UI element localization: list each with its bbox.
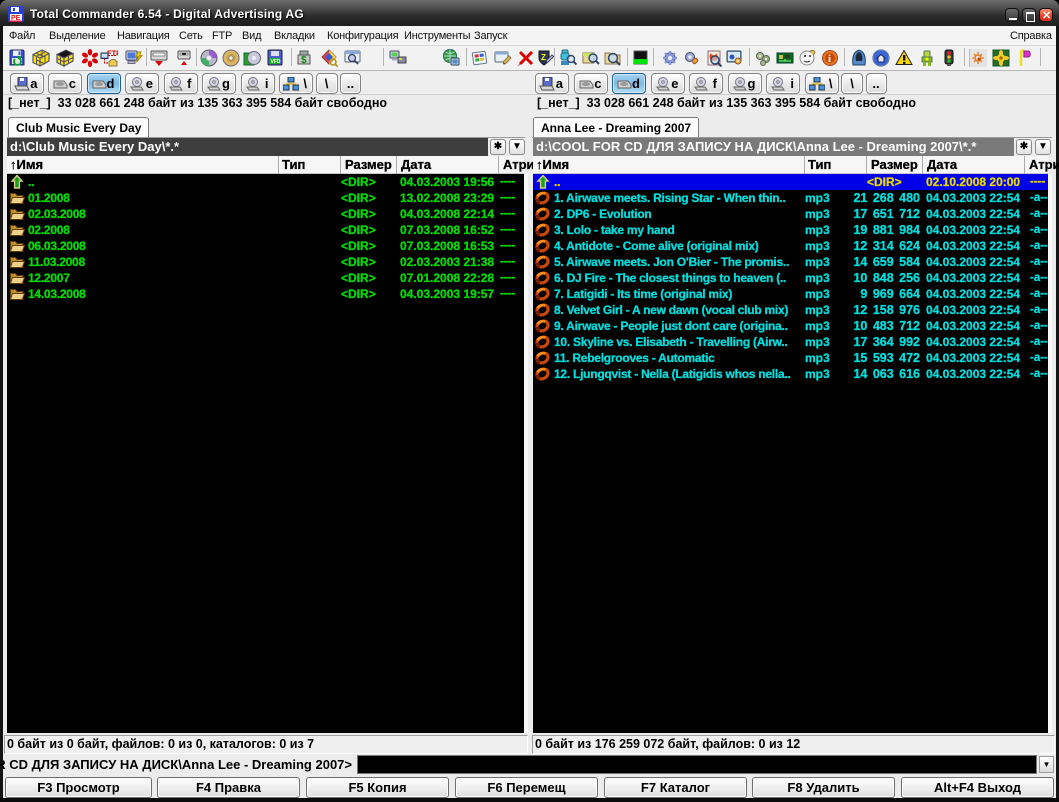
svg-text:Z: Z bbox=[541, 53, 546, 62]
svg-text:FTP: FTP bbox=[107, 49, 118, 58]
svg-text:VFD: VFD bbox=[271, 59, 281, 65]
svg-text:$: $ bbox=[301, 55, 307, 66]
svg-text:i: i bbox=[828, 53, 831, 65]
